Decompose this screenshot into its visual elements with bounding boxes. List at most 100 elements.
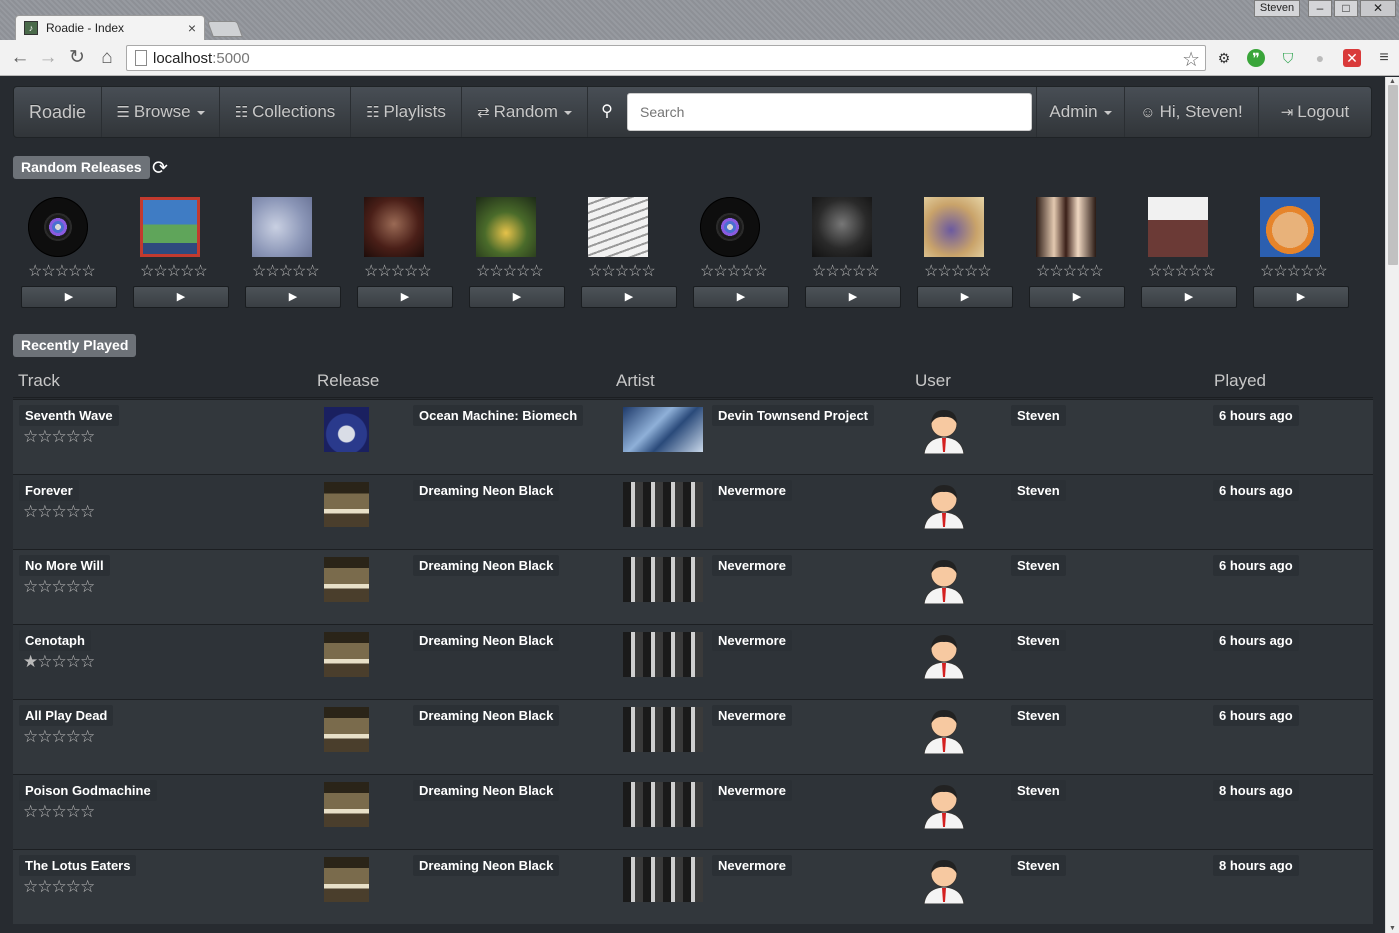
- release-rating-stars[interactable]: ☆☆☆☆☆: [588, 261, 656, 281]
- user-avatar-icon[interactable]: [920, 706, 968, 755]
- user-avatar-icon[interactable]: [920, 781, 968, 830]
- reload-icon[interactable]: ↻: [66, 47, 88, 69]
- playlists-link[interactable]: ☷ Playlists: [351, 87, 462, 137]
- release-rating-stars[interactable]: ☆☆☆☆☆: [1148, 261, 1216, 281]
- track-rating-stars[interactable]: ☆☆☆☆☆: [23, 727, 95, 747]
- release-cover[interactable]: [924, 197, 984, 257]
- artist-thumbnail[interactable]: [623, 707, 703, 752]
- user-avatar-icon[interactable]: [920, 631, 968, 680]
- maximize-icon[interactable]: □: [1334, 0, 1358, 17]
- played-time[interactable]: 6 hours ago: [1213, 630, 1299, 651]
- address-bar[interactable]: localhost:5000 ☆: [126, 45, 1206, 71]
- user-name[interactable]: Steven: [1011, 780, 1066, 801]
- evernote-extension-icon[interactable]: ❞: [1247, 49, 1265, 67]
- back-arrow-icon[interactable]: ←: [9, 47, 31, 69]
- user-avatar-icon[interactable]: [920, 556, 968, 605]
- scroll-up-icon[interactable]: ▲: [1389, 78, 1396, 85]
- artist-name[interactable]: Nevermore: [712, 705, 792, 726]
- track-rating-stars[interactable]: ☆☆☆☆☆: [23, 802, 95, 822]
- refresh-icon[interactable]: ⟳: [152, 157, 168, 180]
- release-cover[interactable]: [140, 197, 200, 257]
- play-button[interactable]: ▶: [805, 286, 901, 308]
- column-header-artist[interactable]: Artist: [616, 371, 655, 391]
- logout-link[interactable]: ⇥ Logout: [1259, 87, 1371, 137]
- search-icon[interactable]: ⚲: [588, 87, 626, 137]
- track-title[interactable]: Poison Godmachine: [19, 780, 157, 801]
- release-title[interactable]: Dreaming Neon Black: [413, 705, 560, 726]
- bookmark-star-icon[interactable]: ☆: [1182, 47, 1200, 72]
- track-title[interactable]: Seventh Wave: [19, 405, 119, 426]
- artist-thumbnail[interactable]: [623, 782, 703, 827]
- play-button[interactable]: ▶: [1029, 286, 1125, 308]
- brand-link[interactable]: Roadie: [14, 87, 102, 137]
- play-button[interactable]: ▶: [581, 286, 677, 308]
- release-cover[interactable]: [1036, 197, 1096, 257]
- track-title[interactable]: No More Will: [19, 555, 110, 576]
- minimize-icon[interactable]: –: [1308, 0, 1332, 17]
- play-button[interactable]: ▶: [133, 286, 229, 308]
- table-row[interactable]: Cenotaph ★☆☆☆☆ Dreaming Neon Black Nevermor…: [13, 624, 1373, 699]
- release-thumbnail[interactable]: [324, 782, 369, 827]
- played-time[interactable]: 6 hours ago: [1213, 480, 1299, 501]
- release-cover[interactable]: [1148, 197, 1208, 257]
- release-thumbnail[interactable]: [324, 557, 369, 602]
- random-dropdown[interactable]: ⇄ Random: [462, 87, 588, 137]
- release-title[interactable]: Dreaming Neon Black: [413, 480, 560, 501]
- played-time[interactable]: 8 hours ago: [1213, 855, 1299, 876]
- close-tab-icon[interactable]: ×: [188, 20, 196, 36]
- release-rating-stars[interactable]: ☆☆☆☆☆: [140, 261, 208, 281]
- release-thumbnail[interactable]: [324, 407, 369, 452]
- page-scrollbar[interactable]: ▲ ▼: [1385, 77, 1399, 933]
- collections-link[interactable]: ☷ Collections: [220, 87, 351, 137]
- release-cover[interactable]: [588, 197, 648, 257]
- release-rating-stars[interactable]: ☆☆☆☆☆: [1036, 261, 1104, 281]
- release-rating-stars[interactable]: ☆☆☆☆☆: [252, 261, 320, 281]
- play-button[interactable]: ▶: [1253, 286, 1349, 308]
- column-header-track[interactable]: Track: [18, 371, 60, 391]
- table-row[interactable]: No More Will ☆☆☆☆☆ Dreaming Neon Black Neve…: [13, 549, 1373, 624]
- settings-gear-icon[interactable]: ⚙: [1215, 49, 1233, 67]
- forward-arrow-icon[interactable]: →: [37, 47, 59, 69]
- played-time[interactable]: 6 hours ago: [1213, 555, 1299, 576]
- artist-name[interactable]: Nevermore: [712, 630, 792, 651]
- user-name[interactable]: Steven: [1011, 705, 1066, 726]
- artist-thumbnail[interactable]: [623, 407, 703, 452]
- window-profile-badge[interactable]: Steven: [1254, 0, 1300, 17]
- artist-thumbnail[interactable]: [623, 857, 703, 902]
- table-row[interactable]: Forever ☆☆☆☆☆ Dreaming Neon Black Nevermore…: [13, 474, 1373, 549]
- user-name[interactable]: Steven: [1011, 405, 1066, 426]
- release-cover[interactable]: [812, 197, 872, 257]
- table-row[interactable]: The Lotus Eaters ☆☆☆☆☆ Dreaming Neon Black…: [13, 849, 1373, 924]
- shield-extension-icon[interactable]: ⛉: [1279, 49, 1297, 67]
- artist-thumbnail[interactable]: [623, 632, 703, 677]
- home-icon[interactable]: ⌂: [96, 47, 118, 69]
- release-title[interactable]: Dreaming Neon Black: [413, 780, 560, 801]
- table-row[interactable]: All Play Dead ☆☆☆☆☆ Dreaming Neon Black Nev…: [13, 699, 1373, 774]
- release-rating-stars[interactable]: ☆☆☆☆☆: [364, 261, 432, 281]
- track-title[interactable]: Forever: [19, 480, 79, 501]
- release-thumbnail[interactable]: [324, 707, 369, 752]
- release-cover[interactable]: [1260, 197, 1320, 257]
- track-rating-stars[interactable]: ☆☆☆☆☆: [23, 427, 95, 447]
- release-rating-stars[interactable]: ☆☆☆☆☆: [700, 261, 768, 281]
- user-avatar-icon[interactable]: [920, 406, 968, 455]
- artist-thumbnail[interactable]: [623, 482, 703, 527]
- play-button[interactable]: ▶: [693, 286, 789, 308]
- bell-extension-icon[interactable]: ●: [1311, 49, 1329, 67]
- user-profile-link[interactable]: ☺ Hi, Steven!: [1125, 87, 1259, 137]
- play-button[interactable]: ▶: [1141, 286, 1237, 308]
- admin-dropdown[interactable]: Admin: [1036, 87, 1125, 137]
- browse-dropdown[interactable]: ☰ Browse: [102, 87, 220, 137]
- release-rating-stars[interactable]: ☆☆☆☆☆: [1260, 261, 1328, 281]
- search-input[interactable]: [627, 93, 1032, 131]
- track-title[interactable]: All Play Dead: [19, 705, 114, 726]
- track-title[interactable]: The Lotus Eaters: [19, 855, 137, 876]
- release-rating-stars[interactable]: ☆☆☆☆☆: [28, 261, 96, 281]
- column-header-played[interactable]: Played: [1214, 371, 1266, 391]
- release-thumbnail[interactable]: [324, 857, 369, 902]
- artist-name[interactable]: Nevermore: [712, 855, 792, 876]
- play-button[interactable]: ▶: [469, 286, 565, 308]
- vinyl-record-icon[interactable]: [700, 197, 760, 257]
- user-name[interactable]: Steven: [1011, 630, 1066, 651]
- menu-icon[interactable]: ≡: [1375, 49, 1393, 67]
